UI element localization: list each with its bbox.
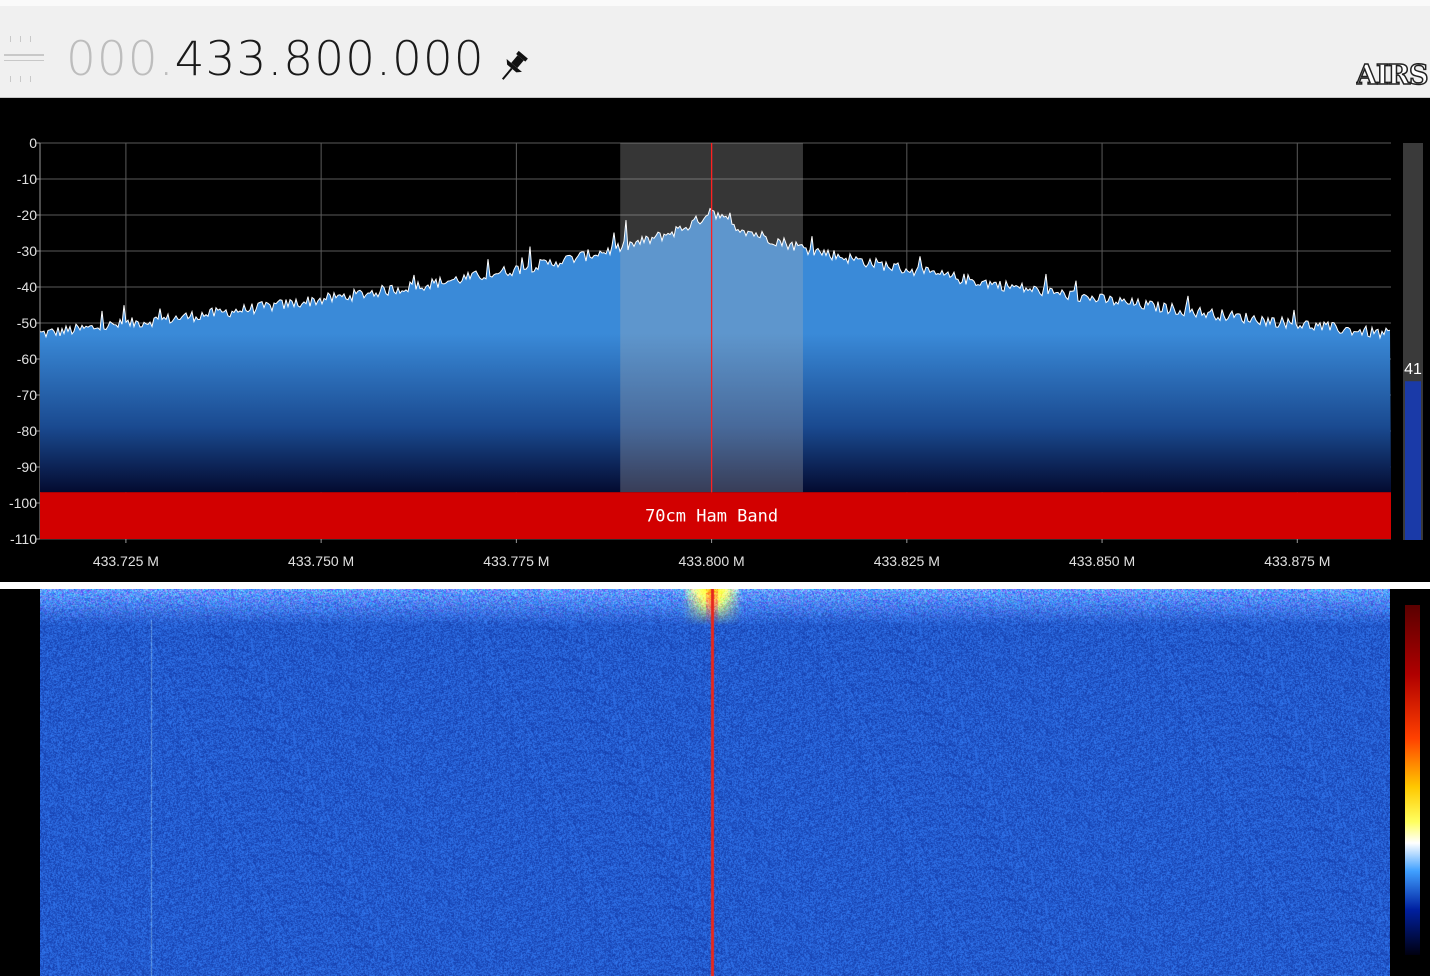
- db-tick-label: -60: [17, 351, 37, 367]
- panel-divider[interactable]: [0, 582, 1430, 589]
- waterfall-canvas[interactable]: [40, 589, 1390, 976]
- db-tick-label: -100: [9, 495, 37, 511]
- freq-tick-label: 433.825 M: [874, 553, 940, 569]
- pushpin-icon[interactable]: [493, 47, 533, 87]
- db-tick-label: -70: [17, 387, 37, 403]
- tuning-handle-icon[interactable]: [4, 36, 44, 86]
- freq-tick-label: 433.750 M: [288, 553, 354, 569]
- freq-tick-label: 433.725 M: [93, 553, 159, 569]
- airspy-logo: AIRS: [1356, 60, 1429, 92]
- band-plan-label: 70cm Ham Band: [645, 507, 778, 527]
- db-tick-label: -10: [17, 171, 37, 187]
- db-tick-label: -80: [17, 423, 37, 439]
- frequency-value[interactable]: 433.800.000: [175, 32, 485, 87]
- frequency-prefix[interactable]: 000.: [66, 32, 175, 87]
- db-tick-label: -40: [17, 279, 37, 295]
- frequency-display[interactable]: 000.433.800.000: [66, 32, 485, 87]
- db-tick-label: -90: [17, 459, 37, 475]
- db-tick-label: 0: [29, 135, 37, 151]
- freq-tick-label: 433.775 M: [483, 553, 549, 569]
- gain-slider-fill[interactable]: [1405, 381, 1421, 540]
- freq-tick-label: 433.875 M: [1264, 553, 1330, 569]
- freq-tick-label: 433.800 M: [679, 553, 745, 569]
- db-tick-label: -50: [17, 315, 37, 331]
- waterfall-color-scale: [1405, 605, 1420, 955]
- db-tick-label: -110: [10, 531, 37, 547]
- freq-tick-label: 433.850 M: [1069, 553, 1135, 569]
- waterfall-display[interactable]: [0, 589, 1430, 976]
- spectrum-display[interactable]: 70cm Ham Band 0 -10 -20 -30 -40 -50 -60 -70 -80 -…: [0, 98, 1430, 582]
- db-tick-label: -30: [17, 243, 37, 259]
- tuning-bar: 000.433.800.000 AIRS: [0, 6, 1430, 98]
- gain-value: 41: [1404, 361, 1422, 378]
- db-tick-label: -20: [17, 207, 37, 223]
